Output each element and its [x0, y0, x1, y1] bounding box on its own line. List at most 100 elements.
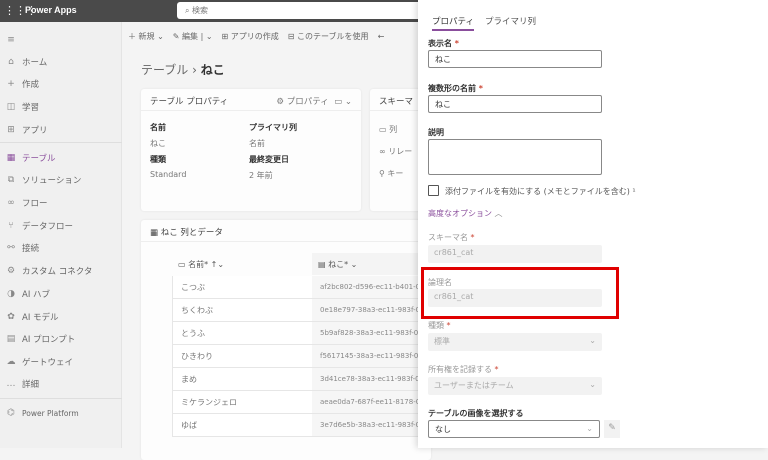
- cell-id[interactable]: 0e18e797-38a3-ec11-983f-0: [312, 299, 418, 321]
- table-row[interactable]: ミケランジェロ aeae0da7-687f-ee11-8178-0: [172, 391, 418, 414]
- create-app-button[interactable]: ⊞ アプリの作成: [222, 31, 279, 42]
- properties-button[interactable]: ⚙ プロパティ ▭ ⌄: [276, 95, 352, 107]
- logical-name-input: cr861_cat: [428, 289, 602, 307]
- table-row[interactable]: ひきわり f5617145-38a3-ec11-983f-0: [172, 345, 418, 368]
- chevron-down-icon: ⌄: [586, 424, 593, 433]
- pencil-icon: ✎: [608, 423, 616, 433]
- keys-label: キー: [387, 169, 404, 178]
- edit-button[interactable]: ✎ 編集 | ⌄: [173, 31, 213, 42]
- cell-name[interactable]: ゆば: [172, 414, 312, 436]
- connection-icon: ⚯: [7, 243, 15, 253]
- sidebar-item-label: ホーム: [22, 58, 48, 68]
- sidebar-item-15[interactable]: … 詳細: [0, 374, 122, 394]
- cell-name[interactable]: ミケランジェロ: [172, 391, 312, 413]
- sidebar-item-11[interactable]: ◑ AI ハブ: [0, 284, 122, 304]
- cell-id[interactable]: 3d41ce78-38a3-ec11-983f-0: [312, 368, 418, 390]
- column-header-name[interactable]: ▭ 名前* ↑⌄: [172, 253, 312, 275]
- command-bar: ＋ 新規 ⌄ ✎ 編集 | ⌄ ⊞ アプリの作成 ⊟ このテーブルを使用 ←: [122, 22, 422, 50]
- cell-id[interactable]: af2bc802-d596-ec11-b401-0: [312, 276, 418, 298]
- cell-id[interactable]: aeae0da7-687f-ee11-8178-0: [312, 391, 418, 413]
- sidebar-item-2[interactable]: + 作成: [0, 74, 122, 94]
- sidebar-item-label: フロー: [22, 199, 48, 209]
- table-row[interactable]: とうふ 5b9af828-38a3-ec11-983f-0: [172, 322, 418, 345]
- plural-name-input[interactable]: ねこ: [428, 95, 602, 113]
- custom-connector-icon: ⚙: [6, 266, 16, 276]
- cell-id[interactable]: 5b9af828-38a3-ec11-983f-0: [312, 322, 418, 344]
- cell-id[interactable]: f5617145-38a3-ec11-983f-0: [312, 345, 418, 367]
- ownership-label: 所有権を記録する *: [428, 365, 499, 374]
- sidebar-item-16[interactable]: ⌬ Power Platform: [0, 403, 122, 423]
- display-name-input[interactable]: ねこ: [428, 50, 602, 68]
- sidebar-item-10[interactable]: ⚙ カスタム コネクタ: [0, 261, 122, 281]
- name-label: 名前: [150, 123, 166, 132]
- sidebar-item-label: Power Platform: [22, 408, 79, 418]
- display-name-label: 表示名 *: [428, 39, 459, 48]
- sidebar-item-9[interactable]: ⚯ 接続: [0, 238, 122, 258]
- sidebar-item-label: 詳細: [22, 380, 40, 390]
- table-row[interactable]: こつぶ af2bc802-d596-ec11-b401-0: [172, 276, 418, 299]
- sidebar-item-14[interactable]: ☁ ゲートウェイ: [0, 352, 122, 372]
- cell-name[interactable]: まめ: [172, 368, 312, 390]
- chevron-down-icon: ⌄: [589, 336, 596, 345]
- type-label: 種類 *: [428, 321, 451, 330]
- sidebar-item-6[interactable]: ⧉ ソリューション: [0, 170, 122, 190]
- table-image-select[interactable]: なし ⌄: [428, 420, 600, 438]
- tab-properties[interactable]: プロパティ: [432, 15, 474, 31]
- cell-name[interactable]: ちくわぶ: [172, 299, 312, 321]
- search-input[interactable]: ⌕ 検索: [177, 2, 427, 19]
- name-value: ねこ: [150, 139, 166, 148]
- sidebar-item-3[interactable]: ◫ 学習: [0, 97, 122, 117]
- attachments-checkbox[interactable]: [428, 185, 439, 196]
- sidebar-item-label: アプリ: [22, 126, 48, 136]
- breadcrumb-current: ねこ: [200, 63, 225, 77]
- schema-relationships-link[interactable]: ∞ リレー: [379, 146, 412, 157]
- sidebar-item-5[interactable]: ▦ テーブル: [0, 148, 122, 168]
- sidebar-item-13[interactable]: ▤ AI プロンプト: [0, 329, 122, 349]
- arrow-icon[interactable]: ←: [378, 32, 385, 41]
- table-row[interactable]: ゆば 3e7d6e5b-38a3-ec11-983f-0: [172, 414, 418, 437]
- table-row[interactable]: ちくわぶ 0e18e797-38a3-ec11-983f-0: [172, 299, 418, 322]
- gateway-icon: ☁: [6, 357, 16, 367]
- sidebar-item-1[interactable]: ⌂ ホーム: [0, 52, 122, 72]
- sidebar-item-8[interactable]: ⑂ データフロー: [0, 216, 122, 236]
- tab-primary-column[interactable]: プライマリ列: [485, 15, 536, 27]
- advanced-options-toggle[interactable]: 高度なオプション ︿: [428, 208, 503, 219]
- modified-value: 2 年前: [249, 171, 273, 180]
- cell-id[interactable]: 3e7d6e5b-38a3-ec11-983f-0: [312, 414, 418, 436]
- schema-name-input: cr861_cat: [428, 245, 602, 263]
- create-app-label: アプリの作成: [230, 31, 279, 41]
- column-header-id[interactable]: ▤ ねこ* ⌄: [312, 253, 418, 275]
- app-title: Power Apps: [25, 5, 77, 15]
- logical-name-label: 論理名: [428, 278, 452, 287]
- schema-keys-link[interactable]: ⚲ キー: [379, 168, 403, 179]
- book-icon: ◫: [6, 102, 16, 112]
- ai-prompt-icon: ▤: [6, 334, 16, 344]
- type-value: Standard: [150, 170, 187, 179]
- use-table-label: このテーブルを使用: [297, 31, 369, 41]
- edit-image-button[interactable]: ✎: [604, 420, 620, 438]
- sidebar-item-menu[interactable]: ≡: [0, 30, 122, 50]
- sidebar-item-label: AI プロンプト: [22, 335, 76, 345]
- cell-name[interactable]: ひきわり: [172, 345, 312, 367]
- sidebar-item-7[interactable]: ∞ フロー: [0, 193, 122, 213]
- sidebar-item-12[interactable]: ✿ AI モデル: [0, 307, 122, 327]
- sidebar-item-4[interactable]: ⊞ アプリ: [0, 120, 122, 140]
- more-icon: …: [6, 379, 16, 389]
- sidebar: ≡ ⌂ ホーム + 作成 ◫ 学習 ⊞ アプリ ▦ テーブル ⧉ ソリューション ∞ フロー ⑂ データフロー ⚯…: [0, 22, 122, 448]
- schema-columns-link[interactable]: ▭ 列: [379, 124, 397, 135]
- use-table-button[interactable]: ⊟ このテーブルを使用: [288, 31, 369, 42]
- primary-value: 名前: [249, 139, 265, 148]
- cell-name[interactable]: とうふ: [172, 322, 312, 344]
- sidebar-item-label: AI モデル: [22, 313, 59, 323]
- cell-name[interactable]: こつぶ: [172, 276, 312, 298]
- new-label: 新規: [138, 31, 155, 41]
- search-icon: ⌕: [185, 6, 193, 15]
- new-button[interactable]: ＋ 新規 ⌄: [128, 31, 164, 42]
- table-row[interactable]: まめ 3d41ce78-38a3-ec11-983f-0: [172, 368, 418, 391]
- breadcrumb-parent[interactable]: テーブル: [141, 63, 188, 77]
- col2-label: ねこ: [328, 260, 345, 269]
- description-textarea[interactable]: [428, 139, 602, 175]
- card-title: テーブル プロパティ: [150, 97, 229, 107]
- sidebar-item-label: 接続: [22, 244, 40, 254]
- flow-icon: ∞: [7, 198, 15, 208]
